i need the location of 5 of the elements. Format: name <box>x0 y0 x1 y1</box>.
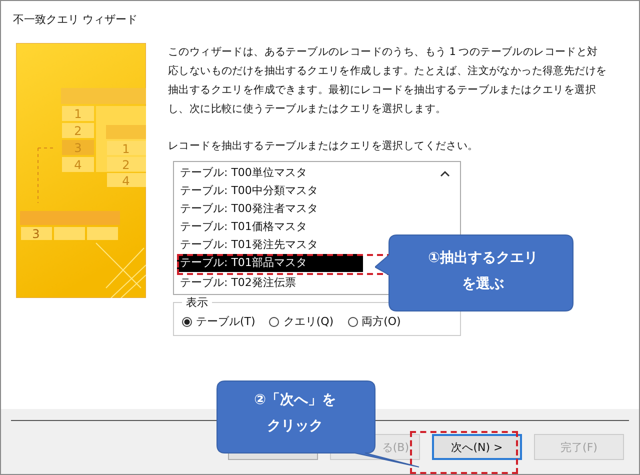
window-title: 不一致クエリ ウィザード <box>12 12 138 27</box>
description-text: このウィザードは、あるテーブルのレコードのうち、もう 1 つのテーブルのレコードと対応しないものだけを抽出するクエリを作成します。たとえば、注文がなかった得意先だけを抽出するクエリを作成できます。最初にレコードを抽出するテーブルまたはクエリを選択し、次に比較に使うテーブルまたはクエリを選択します。 <box>168 45 608 117</box>
prompt-text: レコードを抽出するテーブルまたはクエリを選択してください。 <box>168 139 480 153</box>
group-label: 表示 <box>185 295 209 310</box>
callout-tooltip: ①抽出するクエリ を選ぶ <box>375 233 575 313</box>
